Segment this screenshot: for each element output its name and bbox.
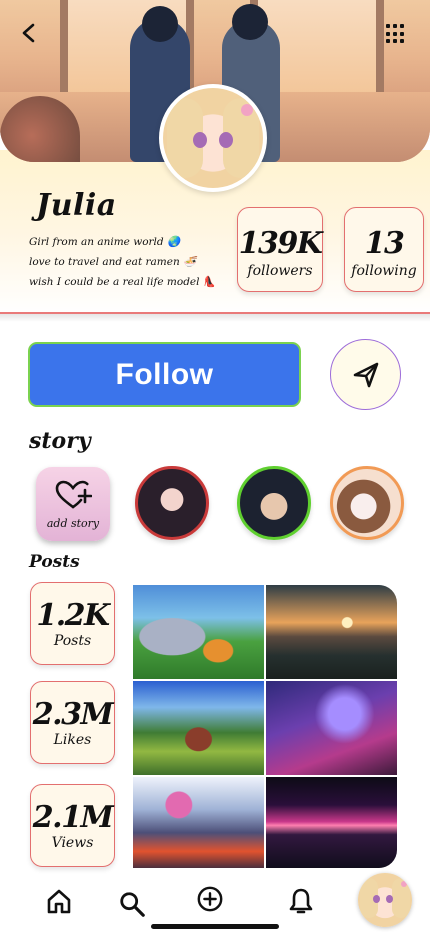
followers-card[interactable]: 139K followers bbox=[237, 207, 323, 292]
following-label: following bbox=[351, 263, 417, 279]
post-thumbnail[interactable] bbox=[266, 777, 397, 868]
profile-name: Julia bbox=[36, 188, 117, 223]
profile-bio: Girl from an anime world 🌏 love to trave… bbox=[29, 232, 216, 292]
followers-count: 139K bbox=[238, 226, 323, 261]
divider-shadow bbox=[0, 314, 430, 322]
home-icon bbox=[47, 889, 71, 914]
bio-line: love to travel and eat ramen 🍜 bbox=[29, 256, 197, 268]
views-count-card[interactable]: 2.1M Views bbox=[30, 784, 115, 867]
send-message-button[interactable] bbox=[330, 339, 401, 410]
posts-count-card[interactable]: 1.2K Posts bbox=[30, 582, 115, 665]
nav-notifications-button[interactable] bbox=[287, 886, 315, 916]
post-thumbnail[interactable] bbox=[266, 681, 397, 775]
bio-line: Girl from an anime world 🌏 bbox=[29, 236, 181, 248]
likes-count-card[interactable]: 2.3M Likes bbox=[30, 681, 115, 764]
following-card[interactable]: 13 following bbox=[344, 207, 424, 292]
story-avatar[interactable] bbox=[237, 466, 311, 540]
back-icon bbox=[22, 23, 35, 43]
bell-icon bbox=[289, 888, 313, 914]
post-gallery bbox=[133, 585, 397, 868]
likes-count-label: Likes bbox=[53, 732, 92, 748]
back-button[interactable] bbox=[18, 22, 40, 44]
views-count: 2.1M bbox=[32, 800, 114, 835]
post-thumbnail[interactable] bbox=[133, 777, 264, 868]
add-story-button[interactable]: add story bbox=[36, 467, 110, 541]
posts-count-label: Posts bbox=[53, 633, 92, 649]
post-thumbnail[interactable] bbox=[133, 585, 264, 679]
heart-plus-icon bbox=[55, 480, 93, 509]
grid-menu-icon[interactable] bbox=[386, 24, 406, 44]
profile-avatar[interactable] bbox=[159, 84, 267, 192]
likes-count: 2.3M bbox=[32, 697, 114, 732]
nav-profile-avatar[interactable] bbox=[358, 873, 412, 927]
add-story-label: add story bbox=[46, 517, 100, 530]
posts-count: 1.2K bbox=[36, 598, 110, 633]
views-count-label: Views bbox=[51, 835, 94, 851]
posts-section-title: Posts bbox=[29, 552, 80, 572]
send-icon bbox=[353, 362, 378, 387]
bio-line: wish I could be a real life model 👠 bbox=[29, 276, 216, 288]
follow-button[interactable]: Follow bbox=[28, 342, 301, 407]
story-avatar[interactable] bbox=[135, 466, 209, 540]
nav-add-button[interactable] bbox=[196, 884, 224, 914]
post-thumbnail[interactable] bbox=[266, 585, 397, 679]
followers-label: followers bbox=[247, 263, 313, 279]
add-circle-icon bbox=[197, 886, 223, 912]
following-count: 13 bbox=[364, 226, 405, 261]
story-section-title: story bbox=[29, 428, 91, 454]
nav-search-button[interactable] bbox=[118, 889, 146, 919]
story-avatar[interactable] bbox=[330, 466, 404, 540]
post-thumbnail[interactable] bbox=[133, 681, 264, 775]
nav-home-button[interactable] bbox=[45, 886, 73, 916]
home-indicator bbox=[151, 924, 279, 929]
search-icon bbox=[120, 892, 145, 917]
